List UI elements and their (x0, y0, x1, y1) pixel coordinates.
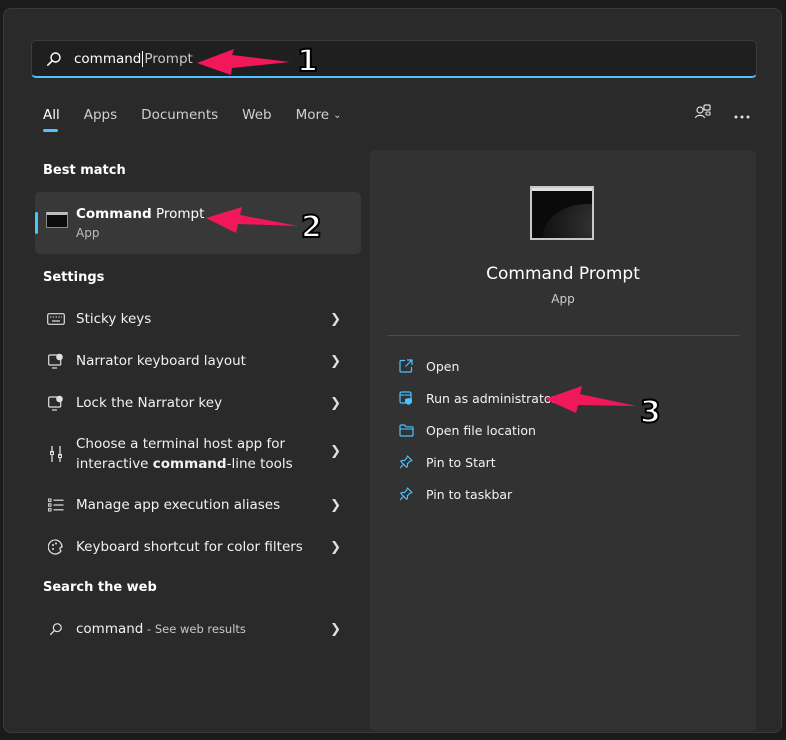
search-web-header: Search the web (43, 580, 157, 595)
settings-item-sticky-keys[interactable]: Sticky keys ❯ (35, 307, 361, 331)
chevron-right-icon: ❯ (330, 395, 341, 411)
pin-to-taskbar-button[interactable]: Pin to taskbar (398, 483, 512, 505)
settings-item-lock-narrator-key[interactable]: Lock the Narrator key ❯ (35, 391, 361, 415)
folder-icon (398, 422, 414, 438)
chevron-right-icon: ❯ (330, 353, 341, 369)
selection-indicator (35, 212, 38, 234)
chevron-right-icon: ❯ (330, 621, 341, 637)
search-suggestion-text: Prompt (144, 50, 193, 67)
tab-more[interactable]: More ⌄ (296, 104, 342, 126)
settings-item-app-execution-aliases[interactable]: Manage app execution aliases ❯ (35, 493, 361, 517)
annotation-step-3: 3 (639, 394, 662, 431)
keyboard-icon (47, 310, 65, 328)
run-as-administrator-button[interactable]: Run as administrator (398, 387, 557, 409)
search-icon (47, 620, 65, 638)
settings-header: Settings (43, 270, 105, 285)
chevron-right-icon: ❯ (330, 497, 341, 513)
chevron-right-icon: ❯ (330, 311, 341, 327)
chevron-down-icon: ⌄ (333, 109, 342, 121)
chevron-right-icon: ❯ (330, 539, 341, 555)
divider (387, 335, 740, 336)
search-typed-text: command (74, 50, 142, 67)
more-options-icon[interactable] (734, 105, 750, 124)
best-match-title: Command Prompt (76, 206, 205, 222)
settings-item-label: Keyboard shortcut for color filters (76, 539, 303, 555)
settings-item-label: Choose a terminal host app for interacti… (76, 436, 293, 472)
search-query: command Prompt (74, 50, 193, 67)
settings-item-label: Narrator keyboard layout (76, 353, 246, 369)
pin-icon (398, 486, 414, 502)
settings-item-label: Manage app execution aliases (76, 497, 281, 513)
tab-web[interactable]: Web (242, 104, 271, 126)
detail-panel: Command Prompt App Open Run as administr… (370, 150, 756, 731)
tab-apps[interactable]: Apps (84, 104, 117, 126)
detail-app-type: App (551, 292, 575, 306)
best-match-subtitle: App (76, 226, 100, 240)
narrator-icon (47, 352, 65, 370)
settings-item-narrator-keyboard-layout[interactable]: Narrator keyboard layout ❯ (35, 349, 361, 373)
open-button[interactable]: Open (398, 355, 459, 377)
top-right-actions (694, 103, 750, 125)
search-icon (47, 51, 61, 66)
narrator-icon (47, 394, 65, 412)
developer-tools-icon (47, 445, 65, 463)
terminal-icon (46, 212, 68, 228)
search-input[interactable]: command Prompt (31, 40, 757, 78)
tab-documents[interactable]: Documents (141, 104, 218, 126)
detail-app-name: Command Prompt (486, 264, 640, 284)
list-icon (47, 496, 65, 514)
settings-item-label: Lock the Narrator key (76, 395, 223, 411)
settings-item-label: Sticky keys (76, 311, 152, 327)
text-caret (142, 50, 144, 67)
tab-all[interactable]: All (43, 104, 60, 132)
annotation-step-1: 1 (296, 43, 319, 80)
open-icon (398, 358, 414, 374)
settings-item-terminal-host[interactable]: Choose a terminal host app for interacti… (35, 433, 361, 475)
shield-icon (398, 390, 414, 406)
filter-tabs: All Apps Documents Web More ⌄ (43, 104, 342, 132)
best-match-header: Best match (43, 163, 126, 178)
pin-icon (398, 454, 414, 470)
web-search-label: command - See web results (76, 621, 246, 637)
terminal-icon (530, 186, 594, 240)
account-switch-icon[interactable] (694, 103, 712, 125)
color-filter-icon (47, 538, 65, 556)
chevron-right-icon: ❯ (330, 444, 341, 459)
web-search-item[interactable]: command - See web results ❯ (35, 617, 361, 641)
settings-item-color-filters[interactable]: Keyboard shortcut for color filters ❯ (35, 535, 361, 559)
open-file-location-button[interactable]: Open file location (398, 419, 536, 441)
pin-to-start-button[interactable]: Pin to Start (398, 451, 496, 473)
annotation-step-2: 2 (300, 209, 323, 246)
